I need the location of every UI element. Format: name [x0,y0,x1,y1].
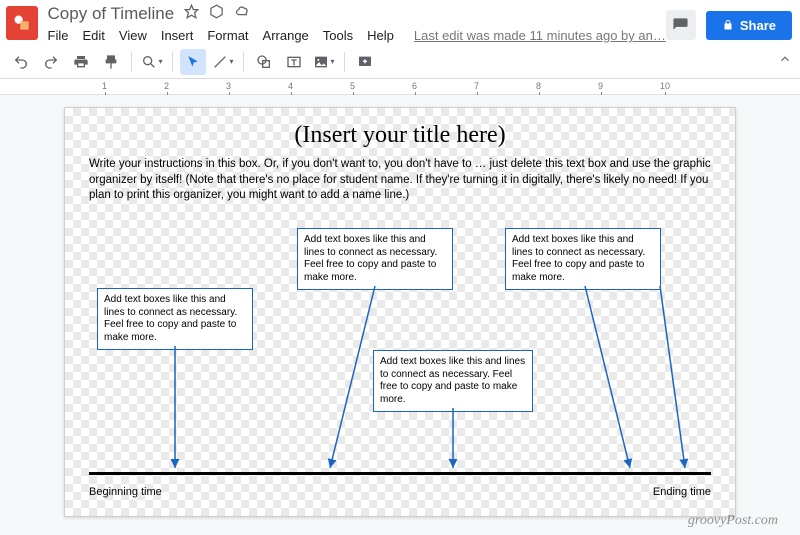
ruler-tick: 5 [350,81,355,91]
title-block: Copy of Timeline File Edit View Insert F… [48,4,666,43]
timeline-bar[interactable] [89,472,711,475]
app-header: Copy of Timeline File Edit View Insert F… [0,0,800,45]
ruler-tick: 2 [164,81,169,91]
collapse-toolbar-button[interactable] [778,52,792,71]
ending-time-label[interactable]: Ending time [653,486,711,498]
undo-button[interactable] [8,49,34,75]
menu-tools[interactable]: Tools [323,28,353,43]
share-button[interactable]: Share [706,11,792,40]
image-tool[interactable]: ▾ [311,49,337,75]
textbox-tool[interactable] [281,49,307,75]
line-tool[interactable]: ▾ [210,49,236,75]
toolbar: ▾ ▾ ▾ [0,45,800,79]
header-right: Share [666,4,792,40]
toolbar-separator [243,52,244,72]
note-box-top-right[interactable]: Add text boxes like this and lines to co… [505,228,661,290]
ruler-tick: 10 [660,81,670,91]
ruler-tick: 8 [536,81,541,91]
horizontal-ruler[interactable]: 1 2 3 4 5 6 7 8 9 10 [0,79,800,95]
menu-view[interactable]: View [119,28,147,43]
ruler-tick: 1 [102,81,107,91]
menu-arrange[interactable]: Arrange [263,28,309,43]
star-icon[interactable] [184,4,199,24]
redo-button[interactable] [38,49,64,75]
menu-file[interactable]: File [48,28,69,43]
ruler-tick: 3 [226,81,231,91]
share-label: Share [740,18,776,33]
note-box-left[interactable]: Add text boxes like this and lines to co… [97,288,253,350]
lock-icon [722,19,734,31]
menu-help[interactable]: Help [367,28,394,43]
ruler-tick: 6 [412,81,417,91]
paint-format-button[interactable] [98,49,124,75]
ruler-tick: 9 [598,81,603,91]
menu-insert[interactable]: Insert [161,28,194,43]
instructions-text[interactable]: Write your instructions in this box. Or,… [65,149,735,204]
menu-format[interactable]: Format [207,28,248,43]
ruler-tick: 7 [474,81,479,91]
insert-comment-button[interactable] [352,49,378,75]
menu-edit[interactable]: Edit [82,28,104,43]
drawing-page[interactable]: (Insert your title here) Write your inst… [64,107,736,517]
beginning-time-label[interactable]: Beginning time [89,486,162,498]
select-tool[interactable] [180,49,206,75]
note-box-top-mid[interactable]: Add text boxes like this and lines to co… [297,228,453,290]
toolbar-separator [131,52,132,72]
canvas-stage: (Insert your title here) Write your inst… [0,95,800,535]
zoom-button[interactable]: ▾ [139,49,165,75]
note-box-bottom[interactable]: Add text boxes like this and lines to co… [373,350,533,412]
comments-button[interactable] [666,10,696,40]
cloud-icon[interactable] [234,4,251,24]
move-icon[interactable] [209,4,224,24]
last-edit-link[interactable]: Last edit was made 11 minutes ago by an… [414,28,666,43]
print-button[interactable] [68,49,94,75]
drawings-logo[interactable] [6,6,38,40]
document-title[interactable]: Copy of Timeline [48,4,175,24]
ruler-tick: 4 [288,81,293,91]
slide-title[interactable]: (Insert your title here) [65,108,735,149]
toolbar-separator [344,52,345,72]
shape-tool[interactable] [251,49,277,75]
menu-bar: File Edit View Insert Format Arrange Too… [48,24,666,43]
toolbar-separator [172,52,173,72]
